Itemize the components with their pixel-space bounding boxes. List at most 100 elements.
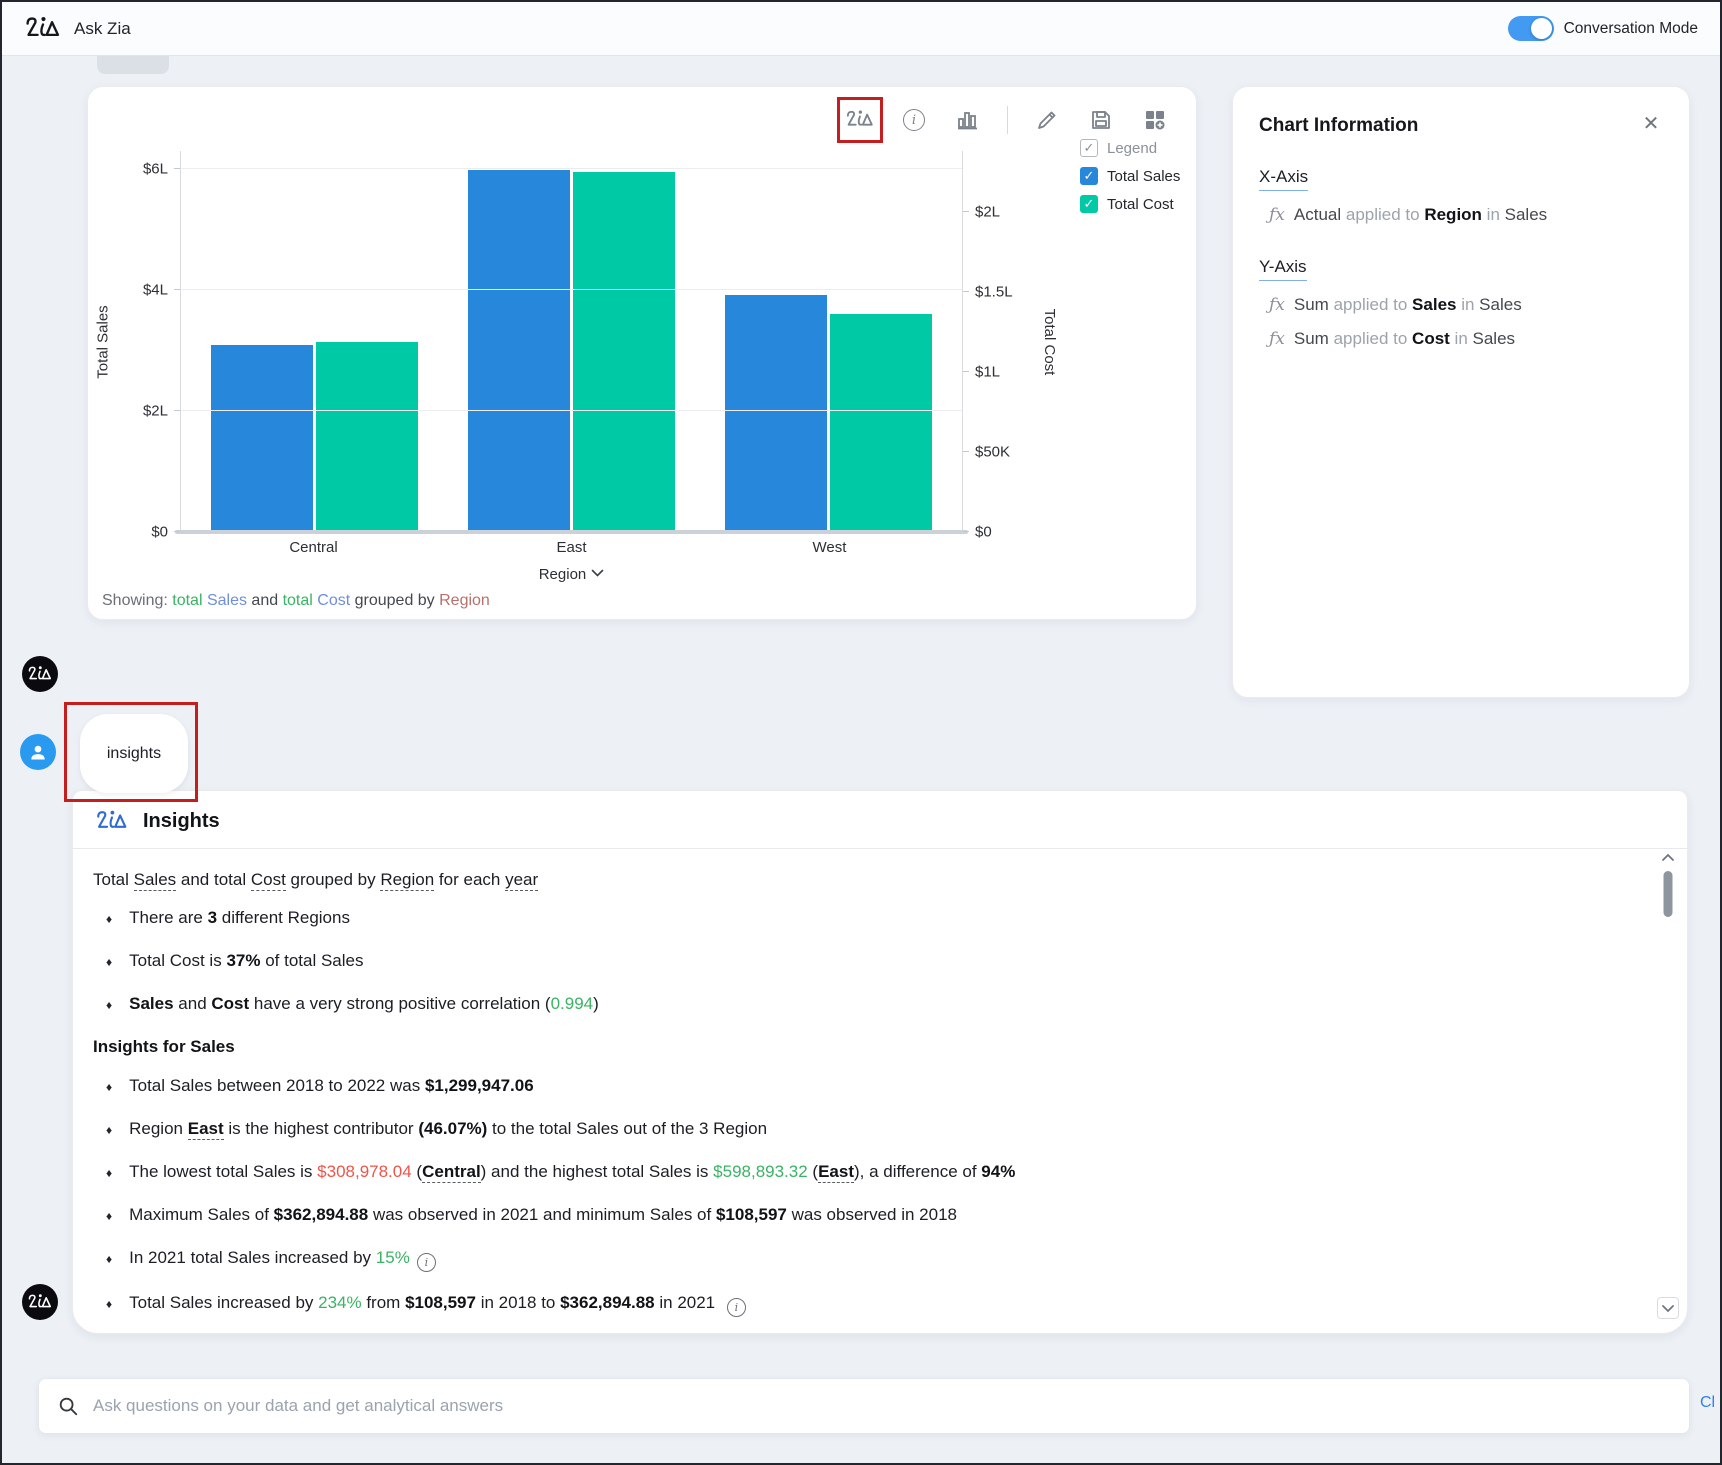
insights-response-card: Insights Total Sales and total Cost grou… xyxy=(72,790,1688,1334)
tick-mark xyxy=(174,410,180,411)
insights-body: Total Sales and total Cost grouped by Re… xyxy=(73,849,1687,1317)
tick-mark xyxy=(174,168,180,169)
checkbox-icon: ✓ xyxy=(1080,195,1098,213)
tick-mark xyxy=(174,531,180,532)
toolbar-divider xyxy=(1007,106,1008,134)
scrollbar[interactable] xyxy=(1657,853,1679,1319)
toggle-knob xyxy=(1531,18,1552,39)
x-axis-section-label: X-Axis xyxy=(1259,167,1308,191)
insight-bullet: ♦There are 3 different Regions xyxy=(93,907,1617,930)
y-right-axis-title: Total Cost xyxy=(1042,308,1059,375)
bar-total-cost-west[interactable] xyxy=(830,314,932,533)
insight-intro: Total Sales and total Cost grouped by Re… xyxy=(93,869,1617,890)
axis-tick-label: $2L xyxy=(975,203,1000,220)
x-axis-field-label: Region xyxy=(539,566,587,583)
y-left-axis-title: Total Sales xyxy=(95,305,112,378)
axis-function-row: ƒxSum applied to Sales in Sales xyxy=(1269,295,1663,315)
diamond-bullet-icon: ♦ xyxy=(106,1120,112,1141)
edit-icon[interactable] xyxy=(1032,105,1062,135)
showing-summary: Showing: total Sales and total Cost grou… xyxy=(102,592,490,610)
save-icon[interactable] xyxy=(1086,105,1116,135)
axis-tick-label: $0 xyxy=(151,524,168,541)
insight-heading: Insights for Sales xyxy=(93,1036,1617,1057)
axis-tick-label: $1.5L xyxy=(975,283,1013,300)
bar-groups xyxy=(181,151,962,532)
diamond-bullet-icon: ♦ xyxy=(106,1077,112,1098)
insights-header: Insights xyxy=(73,791,1687,848)
x-category-label: West xyxy=(726,539,933,556)
conversation-mode-label: Conversation Mode xyxy=(1564,20,1698,38)
chevron-down-icon xyxy=(591,569,604,578)
close-icon[interactable]: ✕ xyxy=(1637,109,1665,137)
gridline xyxy=(181,168,962,169)
legend-item-total-cost[interactable]: ✓ Total Cost xyxy=(1080,195,1180,213)
scroll-down-button[interactable] xyxy=(1657,1297,1679,1319)
insight-bullet: ♦In 2021 total Sales increased by 15%i xyxy=(93,1247,1617,1272)
ask-question-bar xyxy=(38,1378,1690,1434)
zia-icon[interactable] xyxy=(845,105,875,135)
conversation-mode-toggle[interactable] xyxy=(1508,16,1554,41)
ask-zia-window: Ask Zia Conversation Mode i xyxy=(0,0,1722,1465)
axis-tick-label: $1L xyxy=(975,363,1000,380)
info-icon[interactable]: i xyxy=(417,1253,436,1272)
x-category-label: Central xyxy=(210,539,417,556)
axis-function-row: ƒxSum applied to Cost in Sales xyxy=(1269,329,1663,349)
bar-total-cost-central[interactable] xyxy=(316,342,418,533)
legend-master-checkbox[interactable]: ✓ Legend xyxy=(1080,139,1180,157)
diamond-bullet-icon: ♦ xyxy=(106,1163,112,1184)
question-input[interactable] xyxy=(93,1396,1671,1416)
tick-mark xyxy=(963,531,969,532)
legend-item-label: Total Sales xyxy=(1107,168,1180,185)
chart-toolbar: i xyxy=(845,99,1170,141)
bar-group-west xyxy=(725,151,932,532)
insight-bullet: ♦Region East is the highest contributor … xyxy=(93,1118,1617,1141)
y-axis-section-label: Y-Axis xyxy=(1259,257,1307,281)
gridline xyxy=(181,410,962,411)
bar-total-sales-east[interactable] xyxy=(468,170,570,532)
axis-tick-label: $4L xyxy=(143,282,168,299)
bar-total-cost-east[interactable] xyxy=(573,172,675,532)
app-title: Ask Zia xyxy=(74,19,131,39)
user-avatar xyxy=(20,734,56,770)
search-icon xyxy=(57,1395,79,1417)
info-icon[interactable]: i xyxy=(727,1298,746,1317)
chart-legend: ✓ Legend ✓ Total Sales ✓ Total Cost xyxy=(1080,139,1180,213)
info-icon[interactable]: i xyxy=(899,105,929,135)
chart-type-icon[interactable] xyxy=(953,105,983,135)
insight-bullet: ♦Total Sales increased by 234% from $108… xyxy=(93,1292,1617,1317)
x-axis-field-dropdown[interactable]: Region xyxy=(180,566,963,583)
scroll-up-icon[interactable] xyxy=(1661,853,1675,862)
diamond-bullet-icon: ♦ xyxy=(106,952,112,973)
tick-mark xyxy=(963,291,969,292)
insight-bullet: ♦Sales and Cost have a very strong posit… xyxy=(93,993,1617,1016)
tick-mark xyxy=(174,289,180,290)
tick-mark xyxy=(963,371,969,372)
legend-item-total-sales[interactable]: ✓ Total Sales xyxy=(1080,167,1180,185)
axis-tick-label: $2L xyxy=(143,403,168,420)
chart-plot-area: Total Sales Total Cost $0$2L$4L$6L$0$50K… xyxy=(180,151,963,532)
insights-title: Insights xyxy=(143,810,220,833)
insight-bullet: ♦The lowest total Sales is $308,978.04 (… xyxy=(93,1161,1617,1184)
checkbox-icon: ✓ xyxy=(1080,139,1098,157)
bar-group-east xyxy=(468,151,675,532)
fx-icon: ƒx xyxy=(1269,295,1285,315)
zia-logo-icon xyxy=(24,15,62,43)
bar-total-sales-west[interactable] xyxy=(725,295,827,532)
chart-message-card: i xyxy=(87,86,1197,620)
x-category-labels: CentralEastWest xyxy=(180,539,963,556)
zia-logo-icon xyxy=(95,809,129,834)
diamond-bullet-icon: ♦ xyxy=(106,909,112,930)
fx-icon: ƒx xyxy=(1269,329,1285,349)
bar-total-sales-central[interactable] xyxy=(211,345,313,532)
clipped-right-link[interactable]: Cl xyxy=(1700,1394,1715,1412)
x-axis-rows: ƒxActual applied to Region in Sales xyxy=(1259,205,1663,225)
axis-tick-label: $6L xyxy=(143,161,168,178)
legend-item-label: Total Cost xyxy=(1107,196,1174,213)
scrollbar-thumb[interactable] xyxy=(1664,871,1673,917)
add-to-dashboard-icon[interactable] xyxy=(1140,105,1170,135)
zia-avatar xyxy=(22,656,58,692)
tick-mark xyxy=(963,211,969,212)
legend-master-label: Legend xyxy=(1107,140,1157,157)
diamond-bullet-icon: ♦ xyxy=(106,1206,112,1227)
insight-bullet: ♦Total Cost is 37% of total Sales xyxy=(93,950,1617,973)
